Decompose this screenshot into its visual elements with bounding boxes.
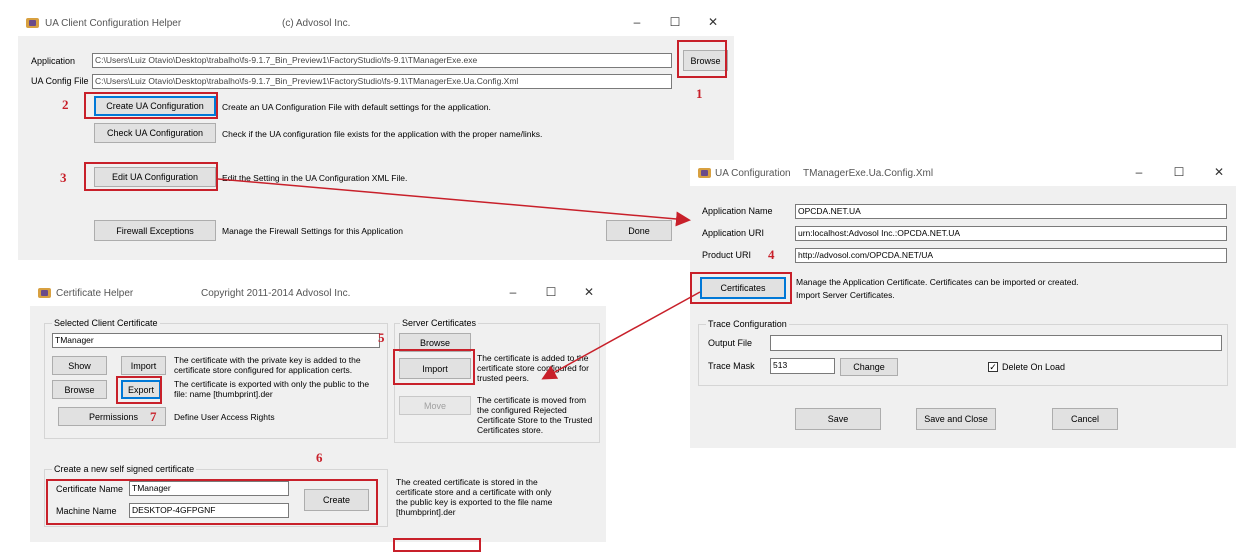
annotation-arrows bbox=[217, 178, 701, 380]
arrow-certificates-to-import bbox=[541, 291, 701, 380]
arrow-edit-to-ua-config bbox=[217, 178, 691, 227]
